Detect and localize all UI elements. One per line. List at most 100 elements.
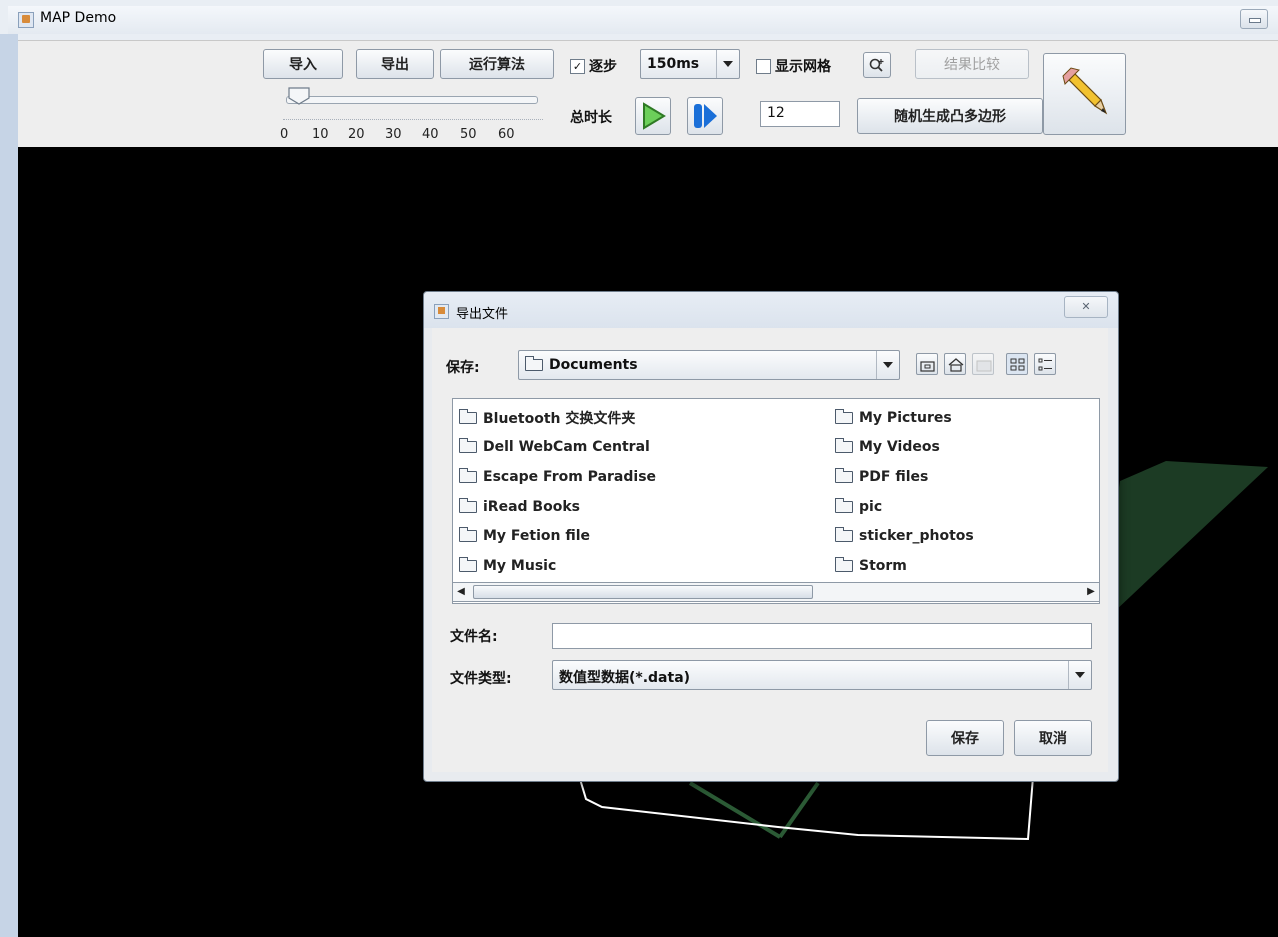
slider-tick-label: 20 xyxy=(348,127,365,142)
list-item[interactable]: pic xyxy=(835,492,974,522)
folder-icon xyxy=(835,467,853,483)
new-folder-icon xyxy=(976,360,992,372)
slider-tick-label: 50 xyxy=(460,127,477,142)
time-slider-track[interactable] xyxy=(286,96,538,104)
list-item[interactable]: Escape From Paradise xyxy=(459,462,656,492)
file-list[interactable]: Bluetooth 交换文件夹 Dell WebCam Central Esca… xyxy=(452,398,1100,604)
play-icon xyxy=(643,102,666,130)
folder-icon xyxy=(835,497,853,513)
compare-results-button[interactable]: 结果比较 xyxy=(915,49,1029,79)
app-icon xyxy=(434,304,449,319)
list-item[interactable]: PDF files xyxy=(835,462,974,492)
list-view-icon xyxy=(1010,358,1025,371)
title-bar: MAP Demo xyxy=(8,6,1278,34)
folder-icon xyxy=(459,467,477,483)
list-item[interactable]: Storm xyxy=(835,551,974,581)
file-list-column-right: My Pictures My Videos PDF files pic stic… xyxy=(835,403,974,581)
grid-checkbox-label: 显示网格 xyxy=(775,59,831,75)
step-forward-icon xyxy=(694,104,717,128)
play-button[interactable] xyxy=(635,97,671,135)
dialog-body: 保存: Documents Bluetooth 交换文件夹 Dell WebCa… xyxy=(432,328,1108,772)
list-view-button[interactable] xyxy=(1006,353,1028,375)
chevron-down-icon[interactable] xyxy=(716,50,739,78)
folder-icon xyxy=(525,356,543,371)
home-button[interactable] xyxy=(944,353,966,375)
folder-icon xyxy=(835,556,853,572)
file-list-column-left: Bluetooth 交换文件夹 Dell WebCam Central Esca… xyxy=(459,403,656,581)
cancel-button[interactable]: 取消 xyxy=(1014,720,1092,756)
step-checkbox-label: 逐步 xyxy=(589,59,617,75)
window-left-frame xyxy=(0,34,18,937)
slider-tick-label: 0 xyxy=(280,127,289,142)
folder-icon xyxy=(459,438,477,454)
scrollbar-thumb[interactable] xyxy=(473,585,813,599)
toolbar: 导入 导出 运行算法 ✓ 逐步 150ms 显示网格 结果比较 0 10 20 … xyxy=(18,40,1278,147)
import-button[interactable]: 导入 xyxy=(263,49,343,79)
location-select[interactable]: Documents xyxy=(518,350,900,380)
list-item[interactable]: Dell WebCam Central xyxy=(459,433,656,463)
new-folder-button[interactable] xyxy=(972,353,994,375)
random-polygon-button[interactable]: 随机生成凸多边形 xyxy=(857,98,1043,134)
time-slider-ticks xyxy=(283,111,543,120)
draw-button[interactable] xyxy=(1043,53,1126,135)
app-icon xyxy=(18,12,34,28)
list-item[interactable]: iRead Books xyxy=(459,492,656,522)
chevron-down-icon[interactable] xyxy=(1068,661,1091,689)
list-item[interactable]: sticker_photos xyxy=(835,521,974,551)
folder-icon xyxy=(835,438,853,454)
list-item[interactable]: My Pictures xyxy=(835,403,974,433)
polygon-edge xyxy=(688,781,782,839)
chevron-down-icon[interactable] xyxy=(876,351,899,379)
step-checkbox-box[interactable]: ✓ xyxy=(570,58,585,74)
details-view-icon xyxy=(1038,358,1052,371)
filename-input[interactable] xyxy=(552,623,1092,649)
pencil-icon xyxy=(1062,67,1108,115)
folder-icon xyxy=(459,497,477,513)
horizontal-scrollbar[interactable]: ◀ ▶ xyxy=(452,582,1100,602)
slider-tick-label: 10 xyxy=(312,127,329,142)
close-icon[interactable]: ✕ xyxy=(1064,296,1108,318)
zoom-in-icon xyxy=(869,58,884,72)
up-folder-button[interactable] xyxy=(916,353,938,375)
count-input[interactable]: 12 xyxy=(760,101,840,127)
minimize-button[interactable] xyxy=(1240,9,1268,29)
polygon-shape xyxy=(1098,461,1268,627)
save-in-label: 保存: xyxy=(446,360,480,376)
slider-tick-label: 30 xyxy=(385,127,402,142)
zoom-button[interactable] xyxy=(863,52,891,78)
run-algorithm-button[interactable]: 运行算法 xyxy=(440,49,554,79)
list-item[interactable]: My Music xyxy=(459,551,656,581)
details-view-button[interactable] xyxy=(1034,353,1056,375)
window-title: MAP Demo xyxy=(40,10,117,26)
time-slider-thumb[interactable] xyxy=(288,87,310,105)
speed-select[interactable]: 150ms xyxy=(640,49,740,79)
dialog-title: 导出文件 xyxy=(456,307,509,322)
scroll-right-icon[interactable]: ▶ xyxy=(1083,583,1099,601)
step-forward-button[interactable] xyxy=(687,97,723,135)
dialog-title-bar: 导出文件 ✕ xyxy=(424,292,1118,328)
folder-icon xyxy=(459,556,477,572)
export-button[interactable]: 导出 xyxy=(356,49,434,79)
filetype-select-value: 数值型数据(*.data) xyxy=(559,670,691,686)
location-select-value: Documents xyxy=(525,356,638,373)
folder-icon xyxy=(459,527,477,543)
save-button[interactable]: 保存 xyxy=(926,720,1004,756)
total-time-label: 总时长 xyxy=(570,110,612,126)
slider-tick-label: 60 xyxy=(498,127,515,142)
step-checkbox[interactable]: ✓ 逐步 xyxy=(570,56,617,76)
filename-label: 文件名: xyxy=(450,629,498,645)
grid-checkbox-box[interactable] xyxy=(756,58,771,74)
scroll-left-icon[interactable]: ◀ xyxy=(453,583,469,601)
filetype-select[interactable]: 数值型数据(*.data) xyxy=(552,660,1092,690)
list-item[interactable]: Bluetooth 交换文件夹 xyxy=(459,403,656,433)
list-item[interactable]: My Videos xyxy=(835,433,974,463)
slider-tick-label: 40 xyxy=(422,127,439,142)
up-folder-icon xyxy=(920,361,935,372)
folder-icon xyxy=(459,408,477,424)
grid-checkbox[interactable]: 显示网格 xyxy=(756,56,831,76)
time-slider-labels: 0 10 20 30 40 50 60 xyxy=(280,127,560,145)
folder-icon xyxy=(835,527,853,543)
list-item[interactable]: My Fetion file xyxy=(459,521,656,551)
export-dialog: 导出文件 ✕ 保存: Documents Bluetooth 交换文件夹 Del… xyxy=(423,291,1119,782)
filetype-label: 文件类型: xyxy=(450,671,512,687)
